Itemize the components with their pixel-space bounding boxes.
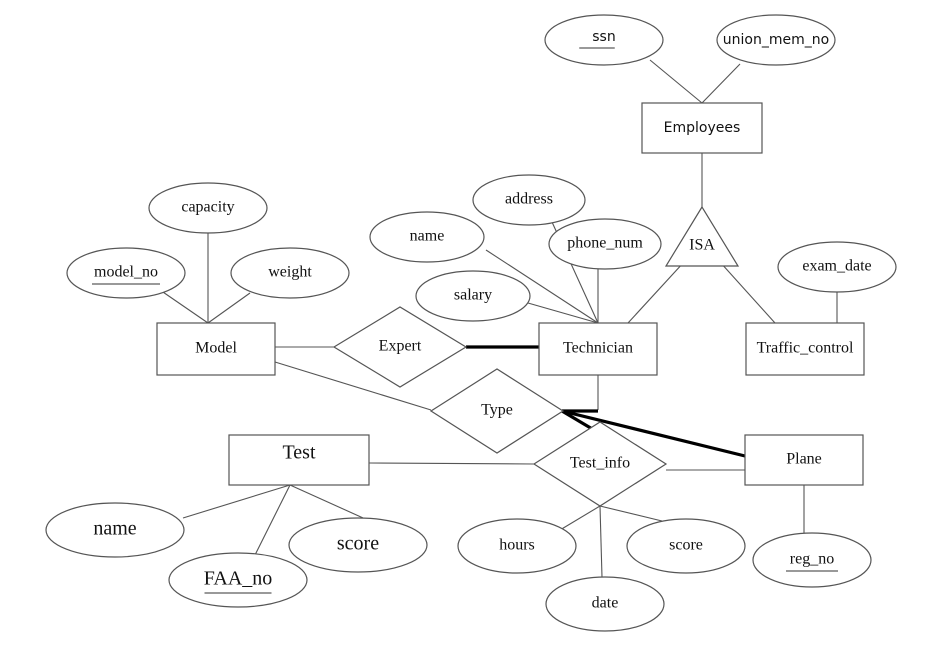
connector-line bbox=[701, 63, 741, 104]
connector-line bbox=[368, 462, 535, 465]
entity-label: Technician bbox=[563, 340, 633, 357]
attribute-label: weight bbox=[268, 264, 312, 281]
attribute-label: address bbox=[505, 191, 553, 208]
entity-label: Test bbox=[282, 442, 315, 464]
attribute-label: date bbox=[592, 595, 619, 612]
attribute-label: hours bbox=[499, 537, 535, 554]
connector-line bbox=[559, 505, 601, 531]
entity-plane[interactable]: Plane bbox=[744, 434, 864, 486]
attribute-capacity[interactable]: capacity bbox=[148, 182, 268, 234]
relationship-test-info[interactable]: Test_info bbox=[532, 421, 668, 507]
entity-label: Model bbox=[195, 340, 237, 357]
attribute-phone-num[interactable]: phone_num bbox=[548, 218, 662, 270]
attribute-exam-date[interactable]: exam_date bbox=[777, 241, 897, 293]
attribute-label: union_mem_no bbox=[723, 32, 829, 48]
attribute-hours[interactable]: hours bbox=[457, 518, 577, 574]
attribute-label: phone_num bbox=[567, 235, 643, 252]
attribute-test-name[interactable]: name bbox=[45, 502, 185, 558]
connector-line bbox=[627, 261, 685, 324]
attribute-ssn[interactable]: ssn bbox=[544, 14, 664, 66]
attribute-date[interactable]: date bbox=[545, 576, 665, 632]
isa-label: ISA bbox=[689, 237, 715, 254]
attribute-faa-no[interactable]: FAA_no bbox=[168, 552, 308, 608]
entity-test[interactable]: Test bbox=[228, 434, 370, 486]
attribute-label: exam_date bbox=[802, 258, 871, 275]
entity-technician[interactable]: Technician bbox=[538, 322, 658, 376]
connector-line bbox=[599, 505, 663, 522]
attribute-info-score[interactable]: score bbox=[626, 518, 746, 574]
connector-line bbox=[254, 484, 291, 556]
attribute-weight[interactable]: weight bbox=[230, 247, 350, 299]
entity-label: Traffic_control bbox=[757, 340, 854, 357]
er-diagram: Employees Technician Traffic_control Model T… bbox=[45, 14, 897, 632]
attribute-reg-no[interactable]: reg_no bbox=[752, 532, 872, 588]
entity-label: Employees bbox=[664, 120, 741, 136]
connector-line bbox=[649, 59, 703, 104]
relationship-expert[interactable]: Expert bbox=[332, 306, 468, 388]
entity-employees[interactable]: Employees bbox=[641, 102, 763, 154]
relationship-label: Test_info bbox=[570, 455, 630, 472]
relationship-type[interactable]: Type bbox=[429, 368, 565, 454]
entity-label: Plane bbox=[786, 451, 822, 468]
attribute-label: score bbox=[337, 533, 379, 555]
attribute-label: score bbox=[669, 537, 703, 554]
connector-line bbox=[527, 302, 599, 324]
attribute-label: name bbox=[93, 518, 136, 540]
attribute-label: salary bbox=[454, 287, 492, 304]
isa-triangle[interactable]: ISA bbox=[664, 205, 740, 267]
connector-line bbox=[289, 484, 373, 523]
connector-line bbox=[207, 292, 251, 324]
attribute-union-mem-no[interactable]: union_mem_no bbox=[716, 14, 836, 66]
attribute-label: FAA_no bbox=[204, 568, 273, 590]
relationship-label: Expert bbox=[379, 338, 422, 355]
attribute-address[interactable]: address bbox=[472, 174, 586, 226]
connector-line bbox=[599, 505, 603, 578]
connector-line bbox=[719, 261, 776, 324]
attribute-label: name bbox=[410, 228, 445, 245]
attribute-salary[interactable]: salary bbox=[415, 270, 531, 322]
relationship-label: Type bbox=[481, 402, 513, 419]
attribute-label: reg_no bbox=[790, 551, 834, 568]
attribute-model-no[interactable]: model_no bbox=[66, 247, 186, 299]
attribute-label: capacity bbox=[181, 199, 234, 216]
connector-line bbox=[182, 484, 291, 519]
connector-line bbox=[159, 289, 209, 324]
attribute-label: model_no bbox=[94, 264, 158, 281]
entity-traffic-control[interactable]: Traffic_control bbox=[745, 322, 865, 376]
attribute-tech-name[interactable]: name bbox=[369, 211, 485, 263]
attribute-label: ssn bbox=[592, 29, 615, 45]
attribute-test-score[interactable]: score bbox=[288, 517, 428, 573]
entity-model[interactable]: Model bbox=[156, 322, 276, 376]
